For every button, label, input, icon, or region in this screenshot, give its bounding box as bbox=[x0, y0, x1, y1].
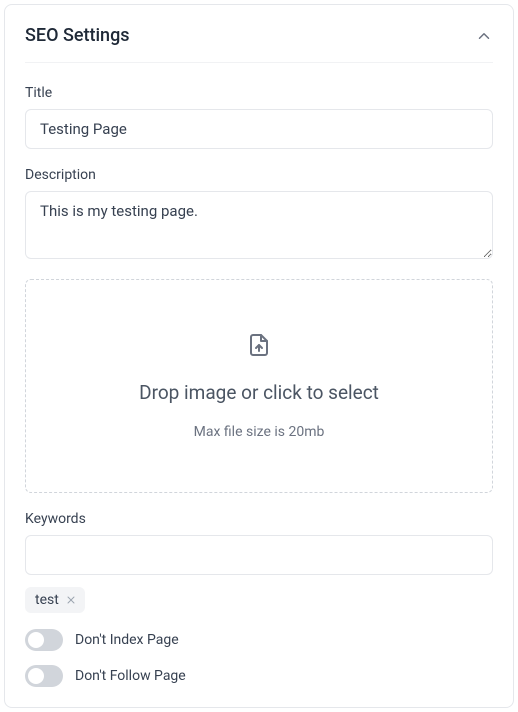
nofollow-label: Don't Follow Page bbox=[75, 668, 186, 684]
noindex-toggle[interactable] bbox=[25, 629, 63, 651]
title-input[interactable] bbox=[25, 109, 493, 149]
keyword-tag-label: test bbox=[35, 592, 59, 608]
nofollow-toggle[interactable] bbox=[25, 665, 63, 687]
panel-header: SEO Settings bbox=[25, 25, 493, 63]
title-label: Title bbox=[25, 85, 493, 101]
panel-title: SEO Settings bbox=[25, 25, 130, 46]
dropzone-text: Drop image or click to select bbox=[139, 381, 379, 404]
toggle-knob bbox=[28, 632, 44, 648]
noindex-label: Don't Index Page bbox=[75, 632, 179, 648]
noindex-toggle-row: Don't Index Page bbox=[25, 629, 493, 651]
nofollow-toggle-row: Don't Follow Page bbox=[25, 665, 493, 687]
seo-settings-panel: SEO Settings Title Description Drop imag… bbox=[4, 4, 514, 708]
keywords-input[interactable] bbox=[25, 535, 493, 575]
toggle-knob bbox=[28, 668, 44, 684]
file-upload-icon bbox=[247, 333, 271, 357]
keyword-tag: test bbox=[25, 587, 85, 613]
description-label: Description bbox=[25, 167, 493, 183]
close-icon[interactable] bbox=[65, 594, 77, 606]
image-dropzone[interactable]: Drop image or click to select Max file s… bbox=[25, 279, 493, 493]
keywords-label: Keywords bbox=[25, 511, 493, 527]
description-textarea[interactable] bbox=[25, 191, 493, 259]
chevron-up-icon[interactable] bbox=[475, 27, 493, 45]
dropzone-subtext: Max file size is 20mb bbox=[194, 424, 325, 440]
